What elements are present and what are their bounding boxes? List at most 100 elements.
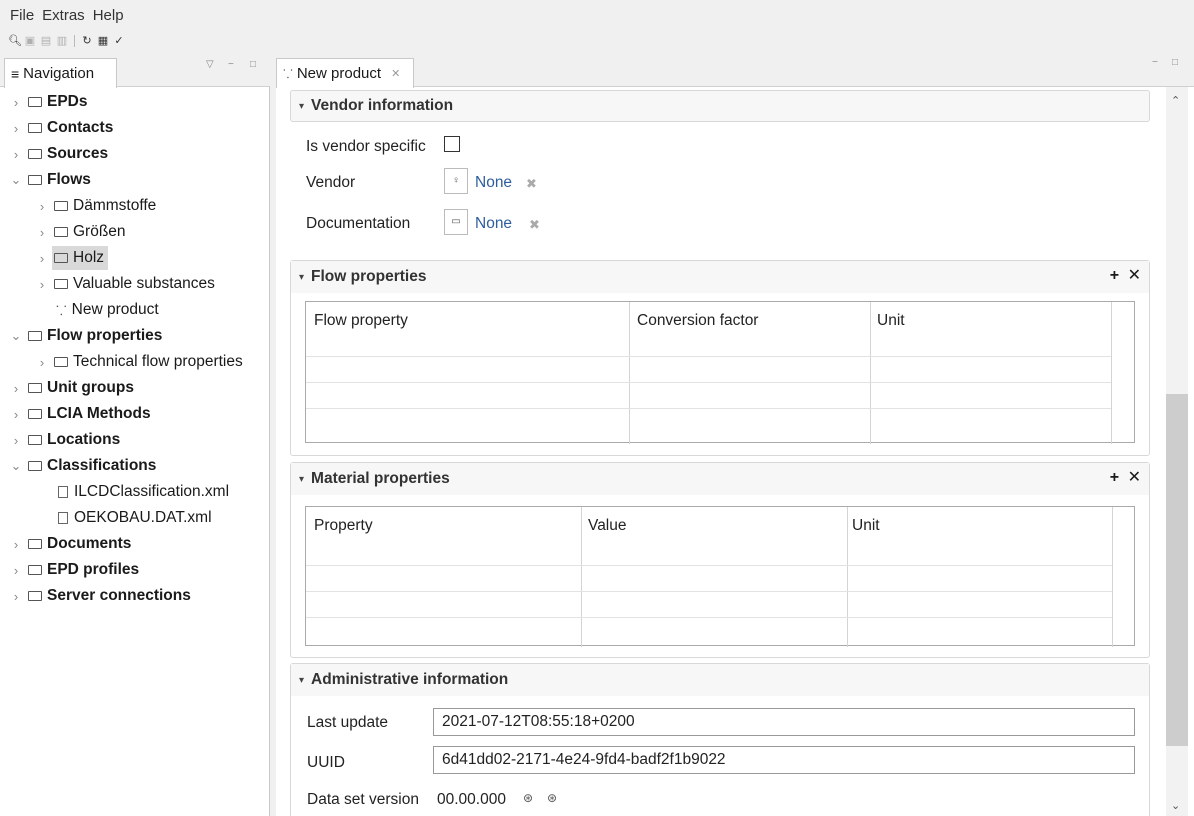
chevron-right-icon[interactable]: › — [32, 277, 52, 292]
tree-item-label: ILCDClassification.xml — [74, 483, 230, 500]
toolbar-separator — [74, 35, 75, 47]
scroll-up-icon[interactable]: ⌃ — [1171, 94, 1180, 107]
chevron-right-icon[interactable]: › — [6, 407, 26, 422]
chevron-down-icon[interactable]: ⌄ — [6, 458, 26, 474]
remove-documentation-icon[interactable]: ✖ — [529, 217, 540, 233]
editor-scrollbar[interactable]: ⌃ ⌄ — [1166, 87, 1188, 816]
remove-icon[interactable]: ✕ — [1128, 267, 1141, 284]
tree-item-daemmstoffe[interactable]: › Dämmstoffe — [32, 193, 156, 219]
minimize-icon[interactable]: − — [1152, 57, 1158, 68]
add-icon[interactable]: + — [1110, 469, 1119, 486]
tree-item-documents[interactable]: › Documents — [6, 531, 132, 557]
chevron-right-icon[interactable]: › — [32, 199, 52, 214]
chevron-right-icon[interactable]: › — [6, 147, 26, 162]
column-header-unit[interactable]: Unit — [877, 312, 905, 330]
chevron-right-icon[interactable]: › — [32, 225, 52, 240]
scroll-thumb[interactable] — [1166, 394, 1188, 746]
tree-item-server-connections[interactable]: › Server connections — [6, 583, 191, 609]
version-down-icon[interactable]: ⊛ — [547, 791, 557, 805]
tree-item-contacts[interactable]: › Contacts — [6, 115, 114, 141]
tree-item-label: Größen — [73, 223, 126, 240]
chevron-right-icon[interactable]: › — [6, 433, 26, 448]
chevron-right-icon[interactable]: › — [6, 121, 26, 136]
tree-item-ilcd-classification[interactable]: ILCDClassification.xml — [56, 479, 229, 505]
menu-help[interactable]: Help — [93, 7, 124, 24]
add-icon[interactable]: + — [1110, 267, 1119, 284]
menu-bar: File Extras Help — [0, 0, 1194, 31]
collapse-icon[interactable]: ▾ — [299, 272, 304, 283]
chevron-down-icon[interactable]: ⌄ — [6, 172, 26, 188]
chevron-right-icon[interactable]: › — [6, 95, 26, 110]
collapse-icon[interactable]: ▾ — [299, 474, 304, 485]
vendor-specific-checkbox[interactable] — [444, 136, 460, 152]
search-icon[interactable]: 🔍︎ — [8, 35, 22, 47]
tree-item-valuable-substances[interactable]: › Valuable substances — [32, 271, 215, 297]
menu-file[interactable]: File — [10, 7, 34, 24]
editor-tab[interactable]: ⸪ New product ✕ — [276, 58, 414, 88]
column-header-value[interactable]: Value — [588, 517, 627, 535]
tree-item-unit-groups[interactable]: › Unit groups — [6, 375, 134, 401]
tree-item-holz[interactable]: › Holz — [32, 245, 109, 271]
column-header-unit[interactable]: Unit — [852, 517, 880, 535]
save-icon[interactable]: ▣ — [24, 35, 36, 47]
section-title: Material properties — [311, 470, 450, 487]
view-menu-icon[interactable]: ▽ — [206, 59, 214, 70]
tree-item-lcia-methods[interactable]: › LCIA Methods — [6, 401, 151, 427]
tree-item-flow-properties[interactable]: ⌄ Flow properties — [6, 323, 163, 349]
menu-extras[interactable]: Extras — [42, 7, 85, 24]
minimize-icon[interactable]: − — [228, 59, 234, 70]
source-icon[interactable]: ▭ — [444, 209, 468, 235]
tree-item-locations[interactable]: › Locations — [6, 427, 120, 453]
chevron-right-icon[interactable]: › — [6, 589, 26, 604]
editor-header: ⸪ New product ✕ − □ — [276, 55, 1194, 88]
tree-item-classifications[interactable]: ⌄ Classifications — [6, 453, 157, 479]
maximize-icon[interactable]: □ — [1172, 57, 1178, 68]
column-header-flow-property[interactable]: Flow property — [314, 312, 408, 330]
collapse-icon[interactable]: ▾ — [299, 675, 304, 686]
chevron-right-icon[interactable]: › — [32, 251, 52, 266]
contact-icon[interactable]: ♀ — [444, 168, 468, 194]
tree-item-technical-flow-properties[interactable]: › Technical flow properties — [32, 349, 243, 375]
section-title: Vendor information — [311, 97, 454, 114]
close-icon[interactable]: ✕ — [391, 67, 400, 80]
check-icon[interactable]: ✓ — [113, 35, 125, 47]
tree-item-sources[interactable]: › Sources — [6, 141, 108, 167]
section-header[interactable]: ▾ Vendor information — [290, 90, 1150, 122]
column-divider — [1111, 302, 1112, 444]
navigation-tab[interactable]: ≡ Navigation — [4, 58, 117, 88]
section-header[interactable]: ▾ Administrative information — [291, 664, 1149, 696]
tree-item-epd-profiles[interactable]: › EPD profiles — [6, 557, 139, 583]
chevron-right-icon[interactable]: › — [6, 537, 26, 552]
documentation-link[interactable]: None — [475, 215, 512, 233]
validate-icon[interactable]: ▦ — [97, 35, 109, 47]
version-up-icon[interactable]: ⊛ — [523, 791, 533, 805]
vendor-link[interactable]: None — [475, 174, 512, 192]
last-update-field[interactable]: 2021-07-12T08:55:18+0200 — [433, 708, 1135, 736]
folder-icon — [28, 565, 42, 575]
tree-item-groessen[interactable]: › Größen — [32, 219, 126, 245]
folder-icon — [28, 383, 42, 393]
tree-item-new-product[interactable]: ⸪ New product — [56, 297, 159, 323]
folder-icon — [28, 175, 42, 185]
maximize-icon[interactable]: □ — [250, 59, 256, 70]
save-all-icon[interactable]: ▥ — [56, 35, 68, 47]
tree-item-flows[interactable]: ⌄ Flows — [6, 167, 91, 193]
chevron-down-icon[interactable]: ⌄ — [6, 328, 26, 344]
chevron-right-icon[interactable]: › — [6, 381, 26, 396]
column-header-conversion-factor[interactable]: Conversion factor — [637, 312, 758, 330]
folder-icon — [28, 123, 42, 133]
section-header[interactable]: ▾ Material properties — [291, 463, 1149, 495]
save-as-icon[interactable]: ▤ — [40, 35, 52, 47]
chevron-right-icon[interactable]: › — [6, 563, 26, 578]
collapse-icon[interactable]: ▾ — [299, 101, 304, 112]
scroll-down-icon[interactable]: ⌄ — [1171, 799, 1180, 812]
remove-icon[interactable]: ✕ — [1128, 469, 1141, 486]
chevron-right-icon[interactable]: › — [32, 355, 52, 370]
refresh-icon[interactable]: ↻ — [81, 35, 93, 47]
section-header[interactable]: ▾ Flow properties — [291, 261, 1149, 293]
tree-item-epds[interactable]: › EPDs — [6, 89, 88, 115]
column-header-property[interactable]: Property — [314, 517, 373, 535]
tree-item-oekobau[interactable]: OEKOBAU.DAT.xml — [56, 505, 212, 531]
uuid-field[interactable]: 6d41dd02-2171-4e24-9fd4-badf2f1b9022 — [433, 746, 1135, 774]
remove-vendor-icon[interactable]: ✖ — [526, 176, 537, 192]
